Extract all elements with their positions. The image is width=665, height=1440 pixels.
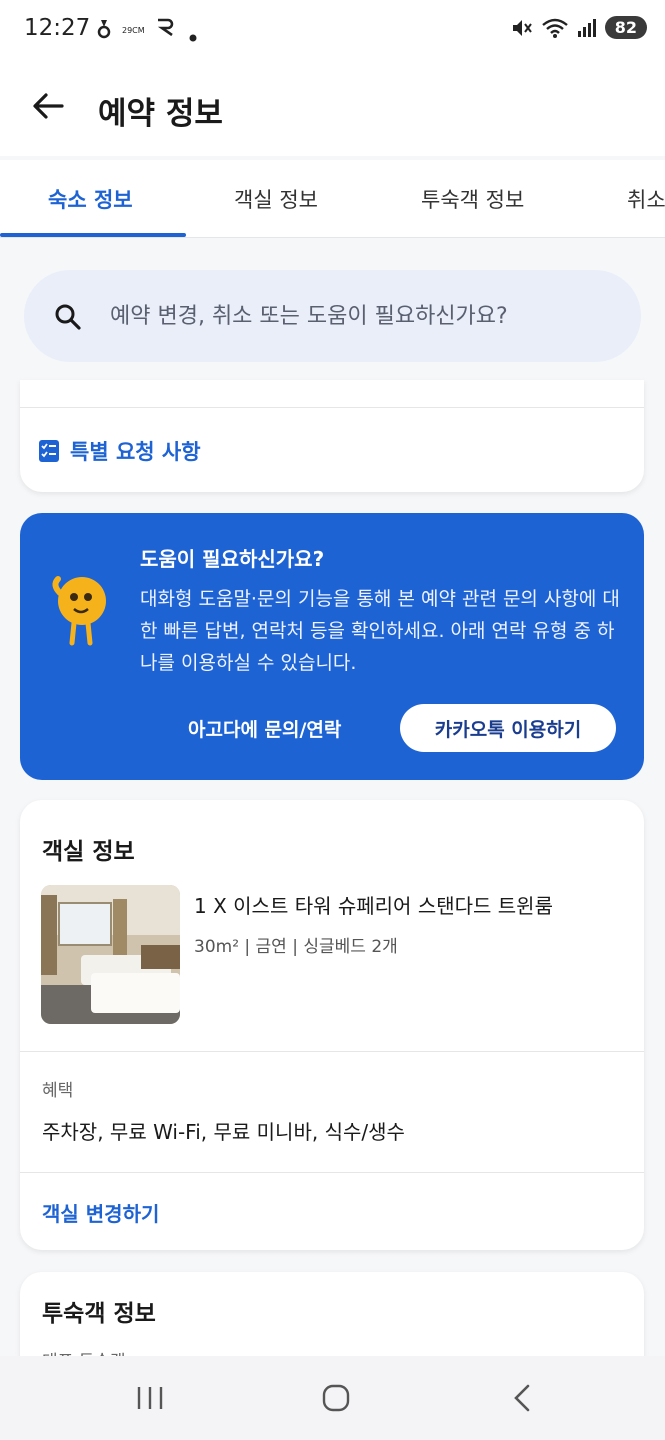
room-info-card: 객실 정보 1 X 이스트 타워 슈페리어 스탠다드 트윈룸 30m² | 금연… (20, 800, 644, 1250)
r-app-icon (156, 18, 176, 41)
arrow-left-icon (33, 93, 64, 119)
system-nav-bar (0, 1356, 665, 1440)
tab-active-indicator (0, 233, 186, 237)
divider (20, 1051, 644, 1052)
divider (20, 1172, 644, 1173)
contact-agoda-link[interactable]: 아고다에 문의/연락 (188, 715, 341, 742)
dot-icon (189, 26, 197, 47)
mute-icon (512, 19, 532, 36)
app-header: 예약 정보 (0, 62, 665, 156)
tab-bar: 숙소 정보 객실 정보 투숙객 정보 취소 (0, 160, 665, 238)
mascot-icon (52, 576, 106, 646)
notification-icon (96, 18, 112, 45)
room-meta: 30m² | 금연 | 싱글베드 2개 (194, 937, 398, 957)
chevron-left-icon (514, 1384, 530, 1412)
recent-apps-button[interactable] (120, 1376, 180, 1420)
special-request-label: 특별 요청 사항 (70, 440, 201, 464)
guest-info-title: 투숙객 정보 (42, 1301, 156, 1327)
change-room-link[interactable]: 객실 변경하기 (42, 1198, 159, 1227)
help-body: 대화형 도움말·문의 기능을 통해 본 예약 관련 문의 사항에 대한 빠른 답… (140, 588, 620, 674)
back-button[interactable] (30, 88, 70, 128)
benefit-label: 혜택 (42, 1081, 74, 1101)
signal-icon (577, 18, 596, 37)
tab-room-info[interactable]: 객실 정보 (234, 184, 318, 214)
status-right: 82 (511, 16, 647, 39)
29cm-icon: 29CM (122, 26, 145, 35)
tab-cancel[interactable]: 취소 (627, 184, 665, 214)
special-request-link[interactable]: 특별 요청 사항 (38, 436, 201, 466)
home-button[interactable] (306, 1376, 366, 1420)
tab-guest-info[interactable]: 투숙객 정보 (421, 184, 524, 214)
benefit-text: 주차장, 무료 Wi-Fi, 무료 미니바, 식수/생수 (42, 1120, 405, 1144)
help-banner: 도움이 필요하신가요? 대화형 도움말·문의 기능을 통해 본 예약 관련 문의… (20, 513, 644, 780)
search-input[interactable] (110, 292, 620, 340)
checklist-icon (39, 440, 59, 462)
help-title: 도움이 필요하신가요? (140, 547, 325, 571)
divider (20, 407, 644, 408)
search-bar[interactable] (24, 270, 641, 362)
recent-apps-icon (137, 1387, 163, 1409)
property-info-card: 특별 요청 사항 (20, 380, 644, 492)
battery-badge: 82 (604, 16, 647, 39)
page-title: 예약 정보 (98, 96, 223, 132)
status-bar: 12:27 29CM 82 (0, 0, 665, 62)
room-photo-image (41, 885, 180, 1024)
room-info-title: 객실 정보 (42, 839, 135, 865)
tab-property-info[interactable]: 숙소 정보 (48, 184, 133, 214)
kakao-button[interactable]: 카카오톡 이용하기 (400, 704, 616, 752)
back-nav-button[interactable] (492, 1376, 552, 1420)
home-icon (322, 1384, 350, 1412)
room-photo (41, 885, 180, 1024)
search-icon (55, 304, 81, 330)
room-name: 1 X 이스트 타워 슈페리어 스탠다드 트윈룸 (194, 894, 553, 918)
status-time: 12:27 (24, 15, 91, 41)
wifi-icon (541, 18, 568, 38)
